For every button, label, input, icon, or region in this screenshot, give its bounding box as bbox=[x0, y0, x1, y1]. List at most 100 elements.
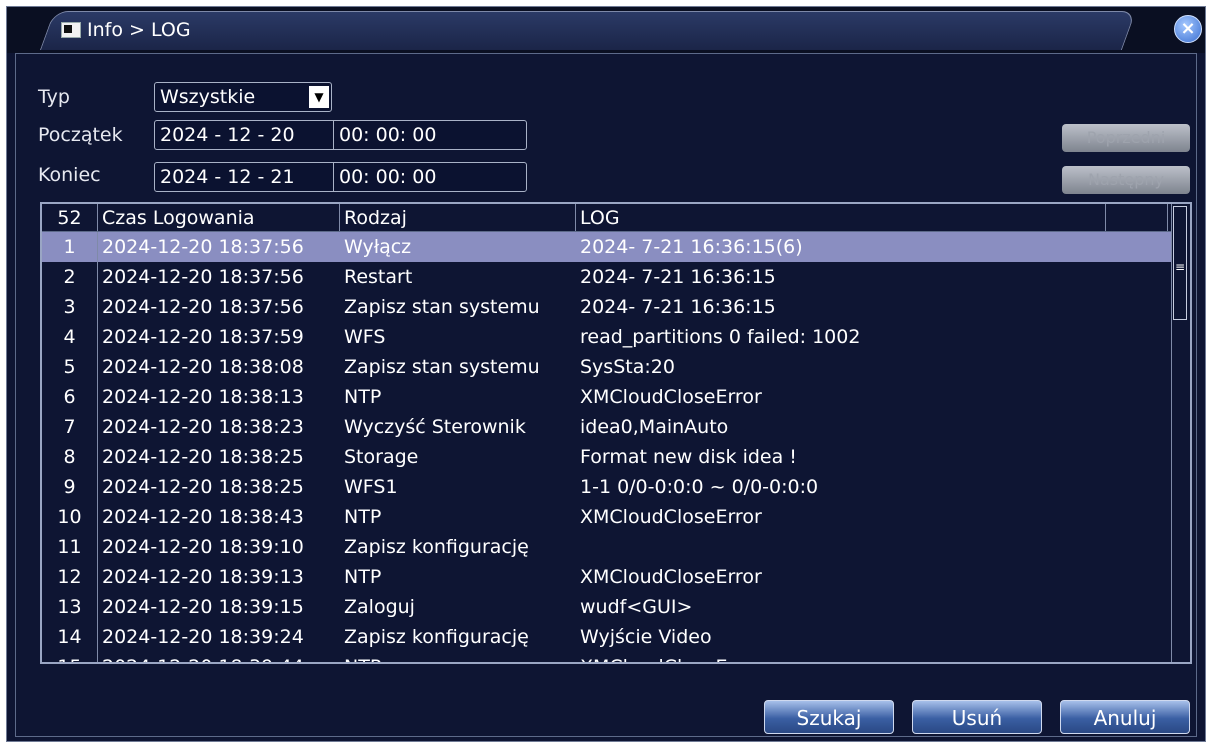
row-time: 2024-12-20 18:38:25 bbox=[102, 476, 304, 498]
table-row[interactable]: 152024-12-20 18:39:44NTPXMCloudCloseErro… bbox=[42, 652, 1190, 662]
row-log bbox=[576, 532, 1106, 562]
row-time: 2024-12-20 18:39:13 bbox=[102, 566, 304, 588]
row-number: 4 bbox=[42, 322, 98, 352]
row-number: 11 bbox=[42, 532, 98, 562]
row-number: 15 bbox=[42, 652, 98, 662]
row-type: Storage bbox=[344, 446, 419, 468]
row-log: Wyjście Video bbox=[580, 626, 712, 648]
row-log: XMCloudCloseError bbox=[580, 386, 762, 408]
type-select[interactable]: Wszystkie ▼ bbox=[154, 82, 332, 112]
table-row[interactable]: 9 2024-12-20 18:38:25 WFS1 1-1 0/0-0:0:0 ~ … bbox=[42, 472, 1190, 502]
row-log: XMCloudCloseError bbox=[576, 652, 1106, 662]
header-count: 52 bbox=[42, 204, 98, 231]
end-time-value[interactable]: 00: 00: 00 bbox=[334, 163, 441, 191]
table-row[interactable]: 12 2024-12-20 18:39:13 NTP XMCloudCloseErro… bbox=[42, 562, 1190, 592]
row-time: 2024-12-20 18:38:23 bbox=[102, 416, 304, 438]
start-date-value[interactable]: 2024 - 12 - 20 bbox=[155, 121, 333, 149]
row-log: 2024- 7-21 16:36:15 bbox=[580, 266, 776, 288]
chevron-down-icon[interactable]: ▼ bbox=[309, 86, 329, 108]
row-number: 3 bbox=[42, 292, 98, 322]
row-log: XMCloudCloseError bbox=[580, 506, 762, 528]
info-icon bbox=[61, 22, 81, 38]
type-label: Typ bbox=[38, 86, 70, 108]
previous-button[interactable]: Poprzedni bbox=[1062, 124, 1190, 152]
row-number: 6 bbox=[42, 382, 98, 412]
title-tab bbox=[39, 11, 1137, 50]
row-time: 2024-12-20 18:37:56 bbox=[102, 266, 304, 288]
row-number: 12 bbox=[42, 562, 98, 592]
row-type: NTP bbox=[344, 386, 382, 408]
row-time: 2024-12-20 18:39:44 bbox=[98, 652, 340, 662]
table-row[interactable]: 3 2024-12-20 18:37:56 Zapisz stan systemu 2… bbox=[42, 292, 1190, 322]
table-header: 52 Czas Logowania Rodzaj LOG bbox=[42, 204, 1190, 232]
row-time: 2024-12-20 18:39:24 bbox=[102, 626, 304, 648]
row-type: Zapisz konfigurację bbox=[344, 626, 529, 648]
delete-button[interactable]: Usuń bbox=[912, 700, 1042, 734]
row-type: NTP bbox=[340, 652, 576, 662]
row-log: Format new disk idea ! bbox=[580, 446, 797, 468]
window-title: Info > LOG bbox=[87, 19, 191, 41]
row-time: 2024-12-20 18:37:56 bbox=[102, 296, 304, 318]
table-row[interactable]: 7 2024-12-20 18:38:23 Wyczyść Sterownik ide… bbox=[42, 412, 1190, 442]
table-row[interactable]: 6 2024-12-20 18:38:13 NTP XMCloudCloseError bbox=[42, 382, 1190, 412]
row-type: Zapisz konfigurację bbox=[344, 536, 529, 558]
header-time[interactable]: Czas Logowania bbox=[98, 204, 340, 231]
table-row[interactable]: 11 2024-12-20 18:39:10 Zapisz konfigurację bbox=[42, 532, 1190, 562]
start-time-value[interactable]: 00: 00: 00 bbox=[334, 121, 441, 149]
row-time: 2024-12-20 18:39:15 bbox=[102, 596, 304, 618]
end-date-value[interactable]: 2024 - 12 - 21 bbox=[155, 163, 333, 191]
row-log: read_partitions 0 failed: 1002 bbox=[580, 326, 861, 348]
header-type[interactable]: Rodzaj bbox=[340, 204, 576, 231]
table-row[interactable]: 2 2024-12-20 18:37:56 Restart 2024- 7-21 16… bbox=[42, 262, 1190, 292]
row-time: 2024-12-20 18:37:56 bbox=[102, 236, 304, 258]
row-log: 2024- 7-21 16:36:15(6) bbox=[580, 236, 803, 258]
table-row[interactable]: 5 2024-12-20 18:38:08 Zapisz stan systemu S… bbox=[42, 352, 1190, 382]
table-row[interactable]: 1 2024-12-20 18:37:56 Wyłącz 2024- 7-21 16:… bbox=[42, 232, 1190, 262]
log-window: Info > LOG × Typ Wszystkie ▼ Początek 20… bbox=[6, 6, 1206, 742]
table-row[interactable]: 13 2024-12-20 18:39:15 Zaloguj wudf<GUI> bbox=[42, 592, 1190, 622]
row-number: 7 bbox=[42, 412, 98, 442]
log-table: 52 Czas Logowania Rodzaj LOG 1 2024-12-20… bbox=[40, 202, 1192, 664]
row-time: 2024-12-20 18:38:43 bbox=[102, 506, 304, 528]
row-type: Zapisz stan systemu bbox=[344, 296, 540, 318]
content-panel: Typ Wszystkie ▼ Początek 2024 - 12 - 20 … bbox=[15, 53, 1197, 737]
table-body: 1 2024-12-20 18:37:56 Wyłącz 2024- 7-21 16:… bbox=[42, 232, 1190, 662]
row-number: 1 bbox=[42, 232, 98, 262]
row-type: Zapisz stan systemu bbox=[344, 356, 540, 378]
row-time: 2024-12-20 18:38:13 bbox=[102, 386, 304, 408]
row-type: Restart bbox=[344, 266, 413, 288]
scrollbar[interactable]: ≡ bbox=[1171, 204, 1190, 662]
scrollbar-thumb[interactable]: ≡ bbox=[1173, 206, 1187, 320]
row-number: 5 bbox=[42, 352, 98, 382]
next-button[interactable]: Następny bbox=[1062, 166, 1190, 194]
title-bar: Info > LOG × bbox=[7, 7, 1205, 53]
start-label: Początek bbox=[38, 124, 123, 146]
row-number: 9 bbox=[42, 472, 98, 502]
table-row[interactable]: 10 2024-12-20 18:38:43 NTP XMCloudCloseErro… bbox=[42, 502, 1190, 532]
row-time: 2024-12-20 18:38:25 bbox=[102, 446, 304, 468]
table-row[interactable]: 8 2024-12-20 18:38:25 Storage Format new di… bbox=[42, 442, 1190, 472]
row-log: idea0,MainAuto bbox=[580, 416, 729, 438]
row-number: 2 bbox=[42, 262, 98, 292]
search-button[interactable]: Szukaj bbox=[764, 700, 894, 734]
row-log: SysSta:20 bbox=[580, 356, 675, 378]
row-log: 1-1 0/0-0:0:0 ~ 0/0-0:0:0 bbox=[580, 476, 819, 498]
row-log: wudf<GUI> bbox=[580, 596, 693, 618]
row-type: NTP bbox=[344, 566, 382, 588]
row-log: 2024- 7-21 16:36:15 bbox=[580, 296, 776, 318]
row-time: 2024-12-20 18:37:59 bbox=[102, 326, 304, 348]
end-label: Koniec bbox=[38, 164, 101, 186]
header-log[interactable]: LOG bbox=[576, 204, 1106, 231]
header-extra bbox=[1106, 204, 1168, 231]
table-row[interactable]: 4 2024-12-20 18:37:59 WFS read_partitions 0… bbox=[42, 322, 1190, 352]
end-datetime-field[interactable]: 2024 - 12 - 21 00: 00: 00 bbox=[154, 162, 527, 192]
row-type: WFS1 bbox=[344, 476, 398, 498]
start-datetime-field[interactable]: 2024 - 12 - 20 00: 00: 00 bbox=[154, 120, 527, 150]
row-type: Wyłącz bbox=[344, 236, 412, 258]
row-type: Wyczyść Sterownik bbox=[344, 416, 526, 438]
close-button[interactable]: × bbox=[1174, 15, 1202, 43]
cancel-button[interactable]: Anuluj bbox=[1060, 700, 1190, 734]
row-type: WFS bbox=[344, 326, 386, 348]
row-number: 13 bbox=[42, 592, 98, 622]
table-row[interactable]: 14 2024-12-20 18:39:24 Zapisz konfigurację… bbox=[42, 622, 1190, 652]
